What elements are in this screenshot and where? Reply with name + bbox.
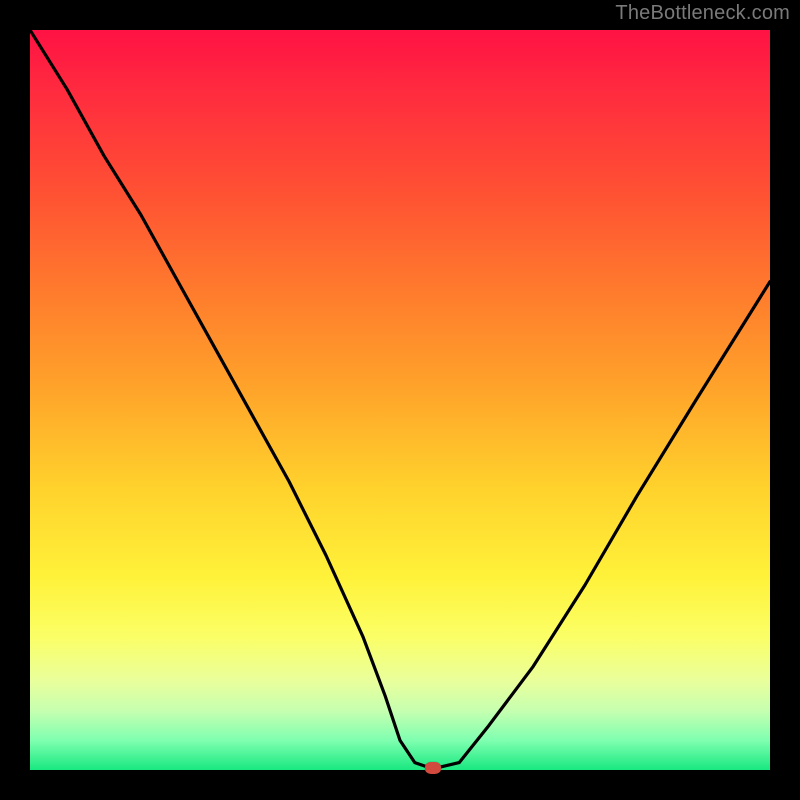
optimum-marker: [425, 762, 441, 774]
curve-svg: [30, 30, 770, 770]
plot-area: [30, 30, 770, 770]
bottleneck-curve-path: [30, 30, 770, 768]
chart-frame: TheBottleneck.com: [0, 0, 800, 800]
watermark-text: TheBottleneck.com: [615, 2, 790, 25]
